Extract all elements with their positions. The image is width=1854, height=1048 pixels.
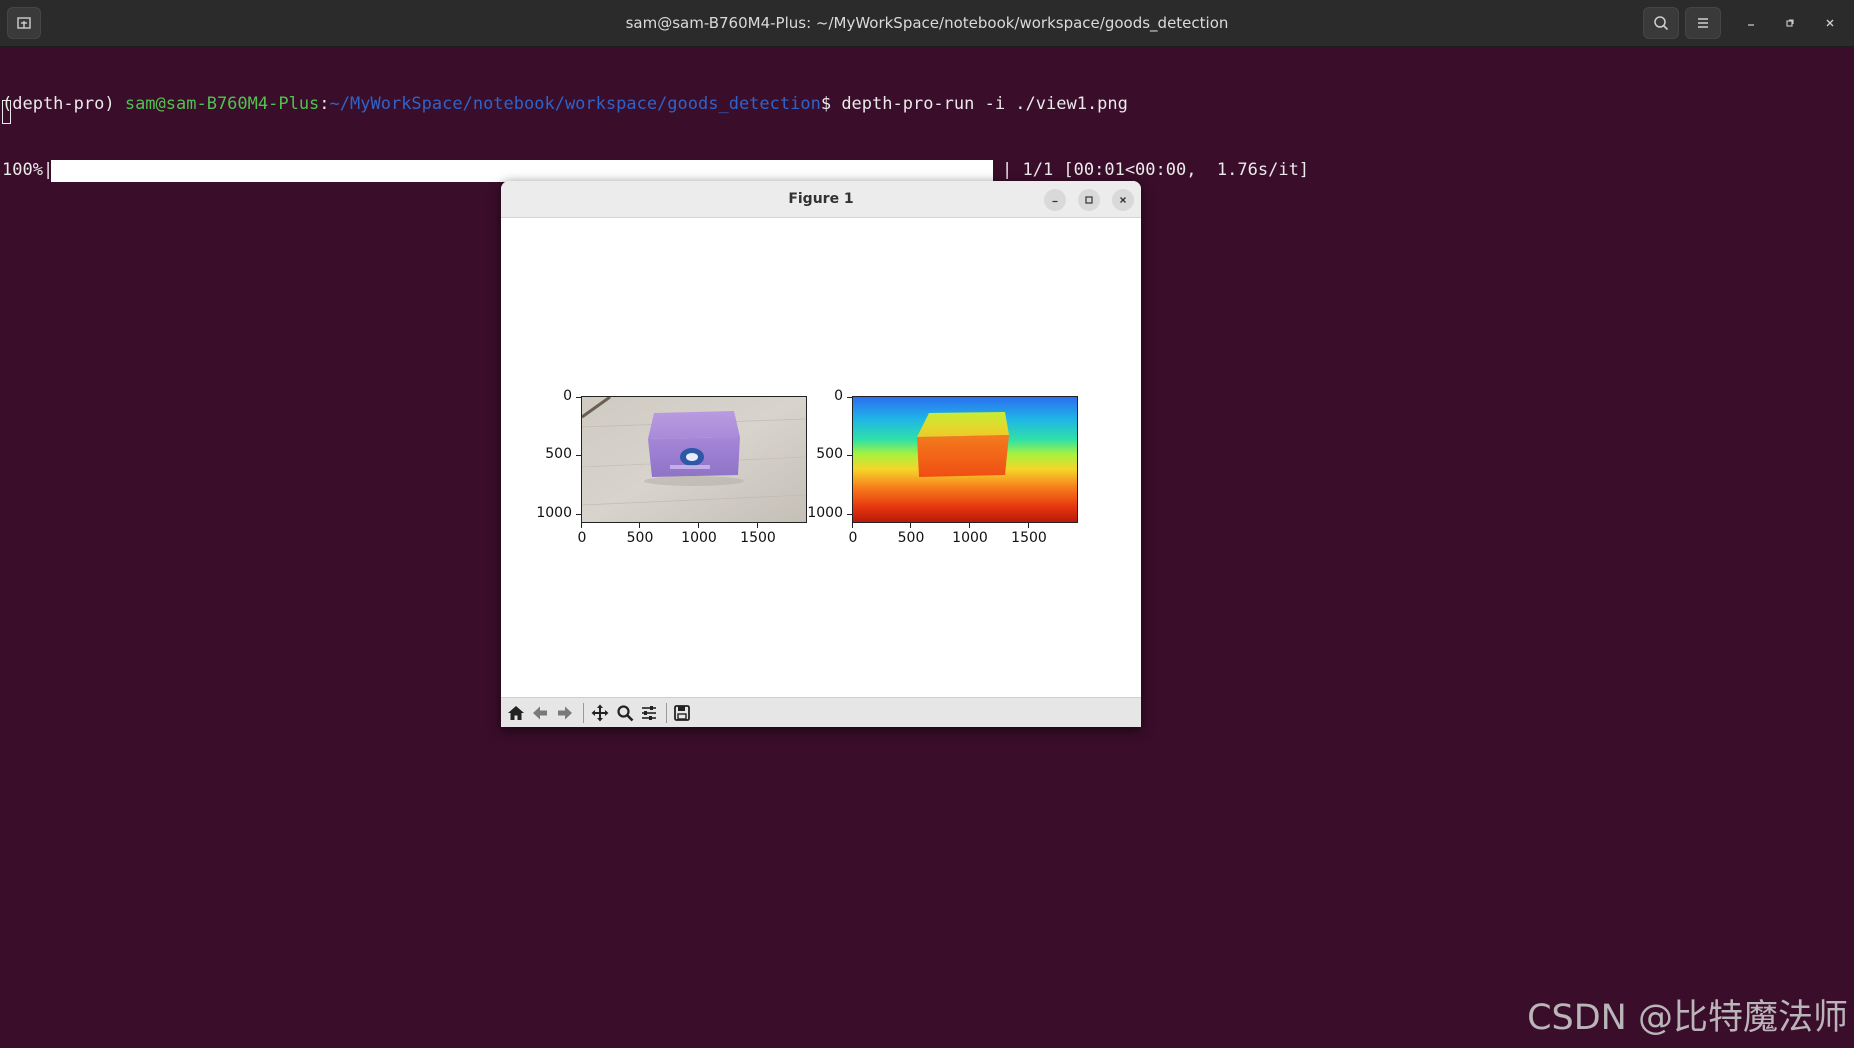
restore-button[interactable] [1779, 12, 1801, 34]
search-button[interactable] [1643, 7, 1679, 39]
terminal-titlebar: sam@sam-B760M4-Plus: ~/MyWorkSpace/noteb… [0, 0, 1854, 47]
conda-env: (depth-pro) [2, 94, 125, 114]
rgb-image-axes [581, 396, 807, 523]
figure-minimize-button[interactable] [1044, 189, 1066, 211]
pan-move-icon [591, 704, 609, 722]
forward-arrow-icon [558, 706, 572, 720]
left-ytick-0: 0 [563, 388, 572, 404]
csdn-watermark: CSDN @比特魔法师 [1527, 998, 1848, 1038]
progress-line: 100%| | 1/1 [00:01<00:00, 1.76s/it] [2, 157, 1852, 183]
right-xtick-1000: 1000 [952, 530, 988, 546]
right-ytick-mark [847, 455, 852, 456]
close-icon [1120, 197, 1126, 203]
save-disk-icon [674, 705, 690, 721]
left-xtick-mark [698, 523, 699, 528]
left-xtick-1500: 1500 [740, 530, 776, 546]
right-ytick-mark [847, 397, 852, 398]
close-button[interactable] [1819, 12, 1841, 34]
maximize-icon [1085, 196, 1093, 204]
progress-suffix: | 1/1 [00:01<00:00, 1.76s/it] [1002, 160, 1310, 180]
figure-maximize-button[interactable] [1078, 189, 1100, 211]
left-xtick-mark [581, 523, 582, 528]
hamburger-menu-icon [1698, 18, 1708, 28]
back-arrow-icon [533, 706, 547, 720]
right-xtick-500: 500 [897, 530, 925, 546]
right-xtick-0: 0 [848, 530, 858, 546]
prompt-symbol: $ [820, 94, 842, 114]
prompt-colon: : [319, 94, 330, 114]
figure-canvas[interactable]: 0 500 1000 0 500 1000 1500 0 500 1000 0 … [501, 218, 1141, 697]
figure-header: Figure 1 [501, 181, 1141, 218]
figure-window[interactable]: Figure 1 0 500 1000 0 500 1000 1500 0 50… [501, 181, 1141, 727]
left-xtick-500: 500 [626, 530, 654, 546]
configure-subplots-button[interactable] [638, 702, 660, 724]
left-xtick-1000: 1000 [681, 530, 717, 546]
pan-button[interactable] [589, 702, 611, 724]
zoom-magnifier-icon [617, 705, 634, 722]
progress-percent: 100%| [2, 160, 54, 180]
depth-map-image [853, 397, 1077, 522]
right-ytick-mark [847, 514, 852, 515]
rgb-photo-image [582, 397, 806, 522]
terminal-cursor [2, 100, 11, 124]
prompt-user: sam@sam-B760M4-Plus [124, 94, 320, 114]
prompt-path: ~/MyWorkSpace/notebook/workspace/goods_d… [329, 94, 821, 114]
left-ytick-500: 500 [545, 446, 572, 462]
right-xtick-mark [1028, 523, 1029, 528]
right-ytick-500: 500 [816, 446, 843, 462]
close-icon [1826, 19, 1834, 27]
toolbar-separator [666, 703, 667, 723]
home-icon [508, 706, 524, 720]
menu-button[interactable] [1685, 7, 1721, 39]
save-button[interactable] [671, 702, 693, 724]
progress-bar-fill [51, 160, 993, 182]
left-ytick-mark [576, 455, 581, 456]
right-ytick-0: 0 [834, 388, 843, 404]
configure-sliders-icon [642, 706, 656, 720]
restore-icon [1786, 19, 1794, 27]
home-button[interactable] [505, 702, 527, 724]
forward-button[interactable] [554, 702, 576, 724]
figure-close-button[interactable] [1112, 189, 1134, 211]
zoom-button[interactable] [614, 702, 636, 724]
command-text: depth-pro-run -i ./view1.png [841, 94, 1128, 114]
left-ytick-1000: 1000 [536, 505, 572, 521]
right-xtick-1500: 1500 [1011, 530, 1047, 546]
window-title: sam@sam-B760M4-Plus: ~/MyWorkSpace/noteb… [625, 14, 1229, 32]
right-xtick-mark [910, 523, 911, 528]
toolbar-separator [583, 703, 584, 723]
right-xtick-mark [852, 523, 853, 528]
figure-navigation-toolbar [501, 697, 1141, 727]
left-xtick-0: 0 [577, 530, 587, 546]
left-ytick-mark [576, 514, 581, 515]
prompt-line: (depth-pro) sam@sam-B760M4-Plus:~/MyWork… [2, 91, 1852, 117]
left-xtick-mark [757, 523, 758, 528]
right-xtick-mark [969, 523, 970, 528]
right-ytick-1000: 1000 [807, 505, 843, 521]
left-ytick-mark [576, 397, 581, 398]
back-button[interactable] [529, 702, 551, 724]
minimize-icon [1748, 24, 1754, 26]
search-icon [1654, 16, 1669, 31]
depth-map-axes [852, 396, 1078, 523]
minimize-icon [1052, 200, 1058, 203]
minimize-button[interactable] [1740, 12, 1762, 34]
left-xtick-mark [639, 523, 640, 528]
